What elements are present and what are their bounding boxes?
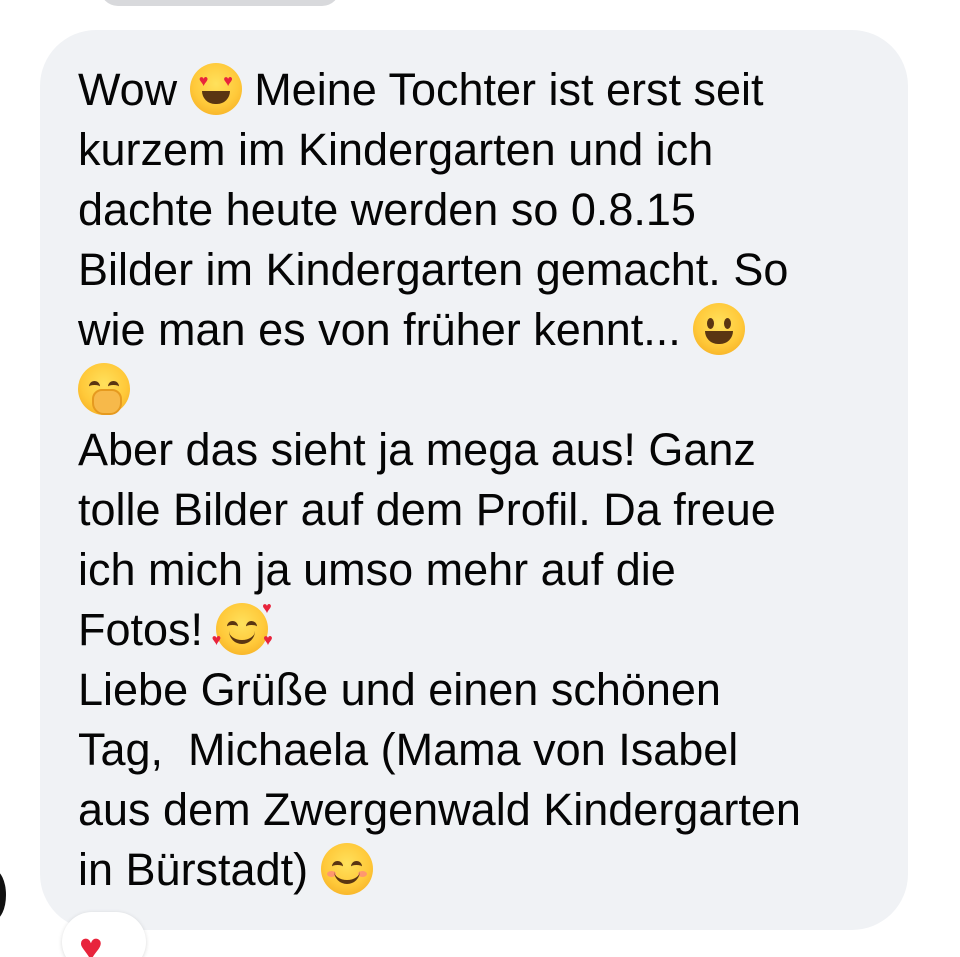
message-line: Wow ♥ ♥ Meine Tochter ist erst seit (78, 63, 764, 115)
hand-over-mouth-emoji-icon (78, 363, 130, 415)
heart-reaction-icon: ♥ (79, 926, 103, 957)
smiling-face-with-hearts-emoji-icon: ♥ ♥ ♥ (212, 601, 273, 655)
message-line: Fotos! ♥ ♥ ♥ (78, 600, 273, 655)
message-line (78, 360, 878, 420)
message-line: tolle Bilder auf dem Profil. Da freue (78, 484, 776, 535)
smiling-blush-emoji-icon (320, 843, 373, 895)
message-line: wie man es von früher kennt... (78, 300, 878, 360)
heart-eyes-emoji-icon: ♥ ♥ (189, 63, 242, 115)
message-line: Aber das sieht ja mega aus! Ganz (78, 424, 756, 475)
previous-message-bubble[interactable] (100, 0, 340, 6)
reaction-badge[interactable]: ♥ (62, 912, 146, 957)
message-line: ich mich ja umso mehr auf die (78, 544, 676, 595)
message-line: in Bürstadt) (78, 840, 878, 900)
message-line: aus dem Zwergenwald Kindergarten (78, 784, 801, 835)
message-line: Liebe Grüße und einen schönen (78, 664, 721, 715)
grinning-emoji-icon (693, 303, 746, 355)
message-line: Tag, Michaela (Mama von Isabel (78, 724, 739, 775)
avatar[interactable] (0, 870, 6, 920)
message-line: kurzem im Kindergarten und ich (78, 124, 714, 175)
message-text: Wow ♥ ♥ Meine Tochter ist erst seit kurze… (78, 60, 878, 900)
message-line: Bilder im Kindergarten gemacht. So (78, 244, 789, 295)
message-line: dachte heute werden so 0.8.15 (78, 184, 696, 235)
